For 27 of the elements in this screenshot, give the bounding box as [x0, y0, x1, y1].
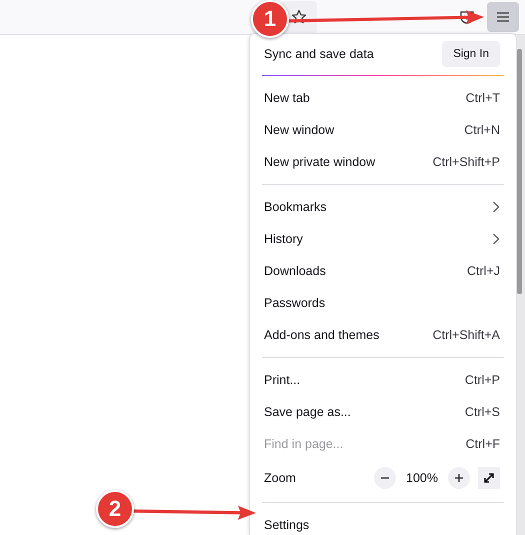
chevron-right-icon: [492, 233, 500, 245]
step-number: 2: [96, 490, 134, 528]
menu-item[interactable]: Add-ons and themes Ctrl+Shift+A: [262, 319, 504, 351]
menu-item[interactable]: Print... Ctrl+P: [262, 364, 504, 396]
sign-in-button[interactable]: Sign In: [442, 41, 500, 67]
fullscreen-button[interactable]: [478, 467, 500, 489]
menu-item[interactable]: New window Ctrl+N: [262, 114, 504, 146]
menu-item[interactable]: Downloads Ctrl+J: [262, 255, 504, 287]
menu-item[interactable]: History: [262, 223, 504, 255]
sync-title: Sync and save data: [264, 47, 374, 61]
menu-item[interactable]: Settings: [262, 509, 504, 535]
chevron-right-icon: [492, 201, 500, 213]
menu-icon: [496, 11, 510, 23]
zoom-label: Zoom: [264, 471, 296, 485]
menu-item[interactable]: Save page as... Ctrl+S: [262, 396, 504, 428]
scrollbar[interactable]: [517, 35, 525, 535]
zoom-level[interactable]: 100%: [402, 471, 442, 485]
scrollbar-thumb[interactable]: [517, 49, 522, 294]
menu-item[interactable]: Bookmarks: [262, 191, 504, 223]
star-icon: [291, 9, 307, 25]
menu-item[interactable]: New private window Ctrl+Shift+P: [262, 146, 504, 178]
menu-item[interactable]: Passwords: [262, 287, 504, 319]
menu-button[interactable]: [487, 2, 519, 32]
expand-arrows-icon: [483, 472, 495, 484]
zoom-in-button[interactable]: [448, 467, 470, 489]
plus-icon: [454, 473, 464, 483]
menu-item[interactable]: New tab Ctrl+T: [262, 82, 504, 114]
